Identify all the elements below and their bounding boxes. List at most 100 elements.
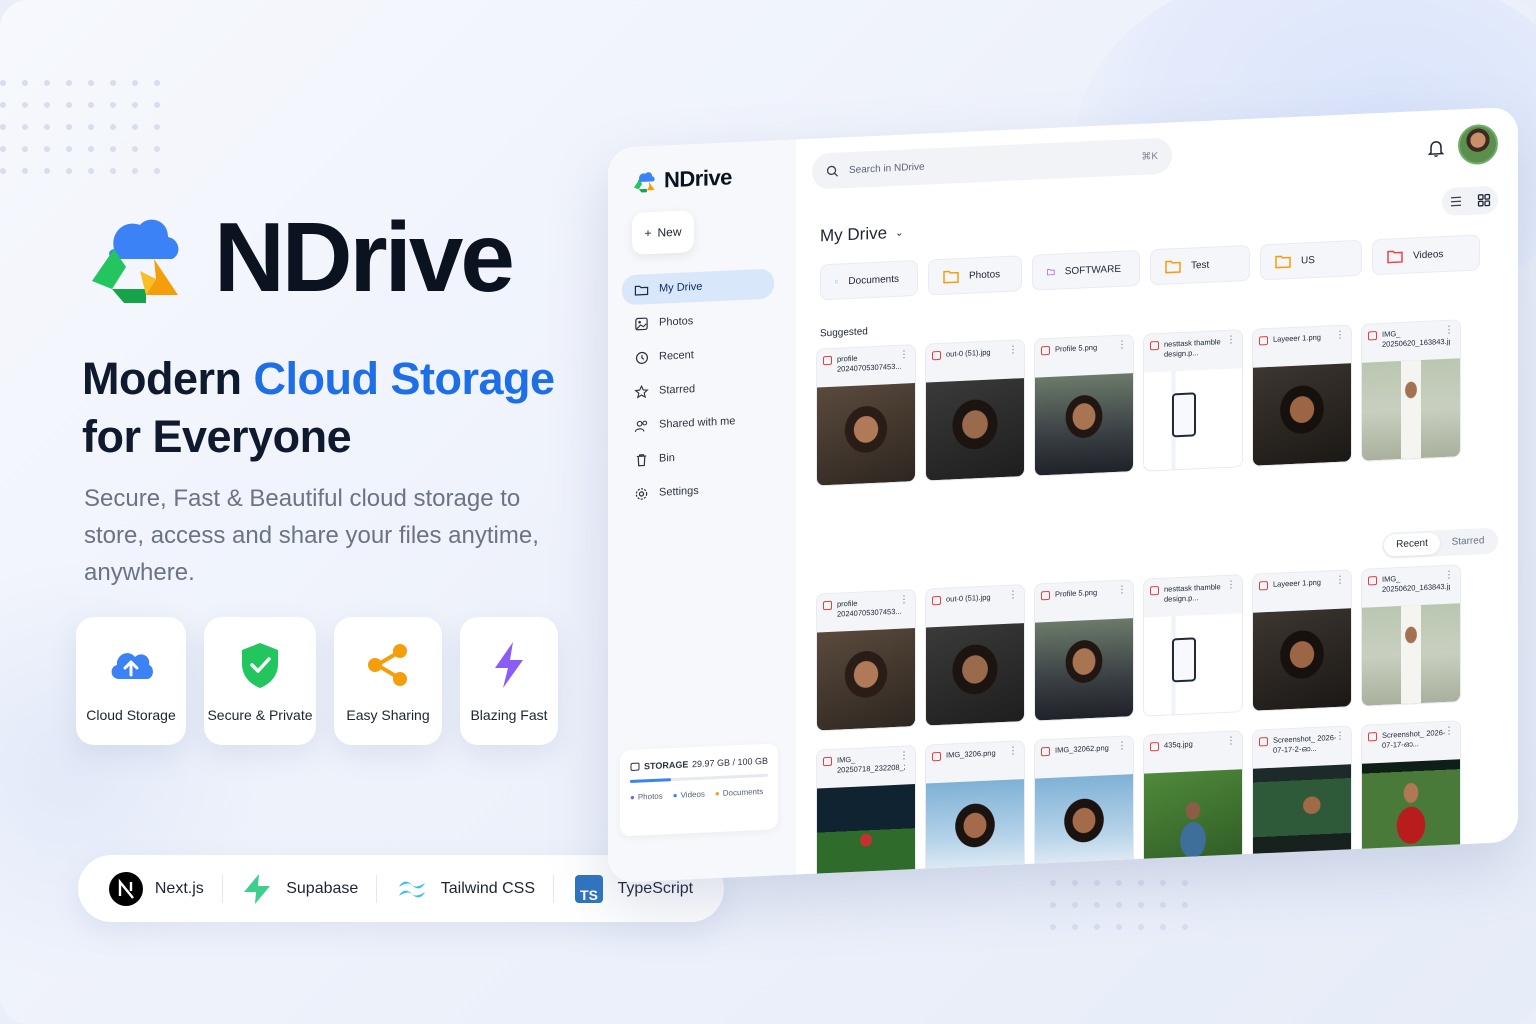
feature-secure-private: Secure & Private (204, 617, 316, 745)
page-title[interactable]: My Drive ⌄ (820, 223, 903, 247)
file-card[interactable]: nesttask thamble design.p... ⋮ (1143, 574, 1243, 717)
file-thumbnail (926, 623, 1024, 726)
search-input[interactable]: Search in NDrive (849, 161, 925, 175)
more-options-icon[interactable]: ⋮ (1008, 589, 1018, 600)
file-card-header: profile 20240705307453... ⋮ (817, 590, 915, 632)
folder-name: Documents (848, 273, 899, 287)
tech-label: Supabase (286, 879, 359, 897)
folder-item[interactable]: Test (1150, 244, 1250, 286)
sidebar-brand: NDrive (664, 164, 732, 193)
folder-item[interactable]: US (1260, 239, 1362, 281)
sidebar-item-recent[interactable]: Recent (622, 336, 774, 373)
file-thumbnail (1144, 613, 1242, 716)
sidebar-item-photos[interactable]: Photos (622, 302, 774, 339)
more-options-icon[interactable]: ⋮ (1226, 579, 1236, 590)
more-options-icon[interactable]: ⋮ (1335, 575, 1345, 586)
file-card[interactable]: Layeeer 1.png ⋮ (1252, 324, 1352, 467)
app-window: NDrive + New My Drive Photos Recent Star… (608, 106, 1518, 884)
file-card[interactable]: Screenshot_ 2026-07-17-2-ഓ... ⋮ (1252, 725, 1352, 868)
more-options-icon[interactable]: ⋮ (1008, 745, 1018, 756)
more-options-icon[interactable]: ⋮ (899, 349, 909, 360)
file-thumbnail (1362, 603, 1460, 706)
sidebar-item-label: Settings (659, 484, 699, 499)
storage-label: STORAGE (644, 759, 689, 772)
more-options-icon[interactable]: ⋮ (1226, 334, 1236, 345)
more-options-icon[interactable]: ⋮ (1335, 330, 1345, 341)
more-options-icon[interactable]: ⋮ (1117, 740, 1127, 751)
more-options-icon[interactable]: ⋮ (1226, 735, 1236, 746)
list-view-icon[interactable] (1449, 194, 1463, 209)
sidebar-item-label: Bin (659, 451, 675, 465)
tab-starred[interactable]: Starred (1440, 530, 1496, 555)
tab-recent[interactable]: Recent (1384, 532, 1440, 557)
divider (221, 874, 223, 903)
file-card-header: Layeeer 1.png ⋮ (1253, 325, 1351, 367)
more-options-icon[interactable]: ⋮ (1117, 339, 1127, 350)
file-card[interactable]: IMG_3206.png ⋮ (925, 740, 1025, 883)
gear-icon (635, 487, 648, 500)
file-name: out-0 (51).jpg (946, 347, 991, 359)
file-card-header: nesttask thamble design.p... ⋮ (1144, 575, 1242, 617)
more-options-icon[interactable]: ⋮ (899, 594, 909, 605)
bell-icon[interactable] (1426, 138, 1446, 159)
sidebar-item-shared[interactable]: Shared with me (622, 404, 774, 441)
search-bar[interactable]: Search in NDrive ⌘K (812, 137, 1172, 190)
file-card[interactable]: profile 20240705307453... ⋮ (816, 344, 916, 487)
file-card[interactable]: Layeeer 1.png ⋮ (1252, 569, 1352, 712)
file-card[interactable]: Profile 5.png ⋮ (1034, 579, 1134, 722)
folder-icon (1387, 250, 1403, 264)
sidebar-logo[interactable]: NDrive (632, 164, 732, 195)
storage-card[interactable]: STORAGE 29.97 GB / 100 GB Photos Videos … (620, 743, 778, 837)
image-file-icon (1368, 576, 1377, 586)
sidebar-nav: My Drive Photos Recent Starred Shared wi… (622, 268, 774, 513)
file-card[interactable]: Screenshot_ 2026-07-17-ഓ... ⋮ (1361, 720, 1461, 863)
file-thumbnail (1035, 373, 1133, 476)
view-toggle[interactable] (1442, 185, 1498, 217)
database-icon (630, 762, 640, 771)
more-options-icon[interactable]: ⋮ (1444, 325, 1454, 336)
more-options-icon[interactable]: ⋮ (1008, 344, 1018, 355)
more-options-icon[interactable]: ⋮ (1335, 731, 1345, 742)
file-card[interactable]: out-0 (51).jpg ⋮ (925, 584, 1025, 727)
sidebar-item-label: Starred (659, 383, 696, 397)
folder-item[interactable]: Videos (1372, 234, 1480, 276)
more-options-icon[interactable]: ⋮ (899, 750, 909, 761)
feature-cards: Cloud Storage Secure & Private Easy Shar… (76, 617, 558, 745)
sidebar-item-my-drive[interactable]: My Drive (622, 268, 774, 306)
more-options-icon[interactable]: ⋮ (1444, 570, 1454, 581)
decorative-dots (0, 80, 160, 174)
supabase-icon (244, 873, 271, 904)
ts-badge-text: TS (580, 887, 598, 903)
avatar[interactable] (1458, 123, 1498, 166)
file-card[interactable]: IMG_32062.png ⋮ (1034, 735, 1134, 878)
legend-videos: Videos (673, 790, 705, 800)
file-card[interactable]: profile 20240705307453... ⋮ (816, 589, 916, 732)
sidebar-item-label: Shared with me (659, 415, 736, 431)
folder-item[interactable]: Photos (928, 255, 1022, 296)
image-file-icon (1259, 581, 1268, 591)
new-button[interactable]: + New (632, 210, 694, 255)
file-thumbnail (817, 383, 915, 486)
file-card[interactable]: out-0 (51).jpg ⋮ (925, 339, 1025, 482)
folder-item[interactable]: SOFTWARE (1032, 249, 1140, 291)
file-card[interactable]: Profile 5.png ⋮ (1034, 334, 1134, 477)
file-thumbnail (1035, 774, 1133, 877)
file-card[interactable]: IMG_ 20250620_163843.jpg ⋮ (1361, 319, 1461, 462)
sidebar-item-starred[interactable]: Starred (622, 370, 774, 407)
file-card[interactable]: IMG_ 20250718_232208_22... ⋮ (816, 745, 916, 884)
file-card[interactable]: nesttask thamble design.p... ⋮ (1143, 329, 1243, 472)
cloud-upload-icon (111, 653, 153, 679)
more-options-icon[interactable]: ⋮ (1117, 584, 1127, 595)
image-file-icon (932, 350, 941, 361)
more-options-icon[interactable]: ⋮ (1444, 726, 1454, 737)
grid-view-icon[interactable] (1477, 193, 1491, 208)
sidebar-item-bin[interactable]: Bin (622, 438, 774, 475)
file-name: nesttask thamble design.p... (1164, 337, 1221, 359)
file-name: profile 20240705307453... (837, 353, 902, 374)
folder-icon (1165, 260, 1181, 274)
sidebar-item-settings[interactable]: Settings (622, 472, 774, 509)
folder-icon (943, 270, 959, 284)
file-card[interactable]: 435q.jpg ⋮ (1143, 730, 1243, 873)
folder-item[interactable]: Documents (820, 259, 918, 301)
file-card[interactable]: IMG_ 20250620_163843.jpg ⋮ (1361, 564, 1461, 707)
